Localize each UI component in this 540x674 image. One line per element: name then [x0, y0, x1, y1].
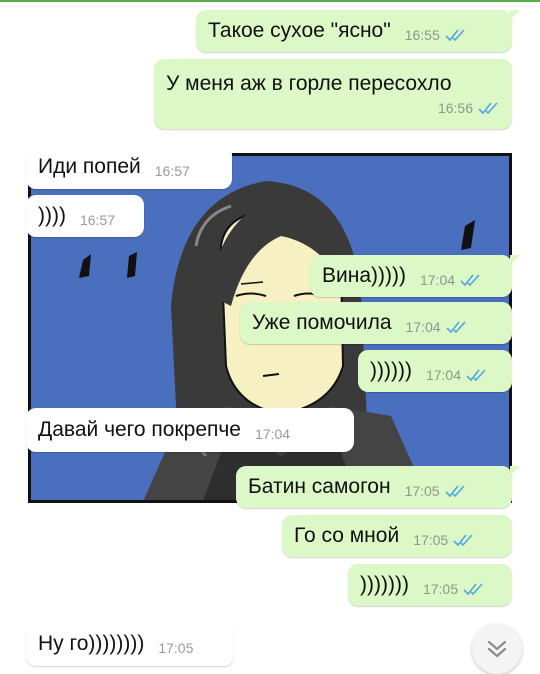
message-outgoing[interactable]: У меня аж в горле пересохло 16:56: [154, 59, 512, 129]
message-meta: 16:56: [438, 100, 500, 116]
message-meta: 17:04: [406, 319, 468, 335]
message-meta: 17:05: [405, 483, 467, 499]
message-meta: 17:05: [413, 532, 475, 548]
message-text: У меня аж в горле пересохло: [166, 72, 452, 95]
double-check-icon: [463, 583, 483, 596]
message-text: )))))): [370, 359, 412, 382]
message-time: 16:57: [79, 212, 116, 228]
message-incoming[interactable]: Иди попей 16:57: [18, 145, 232, 189]
double-check-icon: [445, 321, 466, 334]
message-outgoing[interactable]: )))))) 17:04: [358, 350, 512, 392]
message-meta: 16:55: [405, 27, 467, 43]
message-meta: 17:05: [423, 581, 485, 597]
bubble-tail: [18, 622, 28, 632]
message-time: 17:04: [425, 367, 462, 383]
message-time: 17:05: [422, 581, 458, 597]
message-text: Батин самогон: [248, 475, 391, 498]
message-outgoing[interactable]: Вина))))) 17:04: [310, 255, 520, 297]
scroll-to-bottom-button[interactable]: [472, 624, 522, 674]
message-outgoing[interactable]: Батин самогон 17:05: [236, 466, 520, 508]
message-meta: 17:04: [255, 426, 290, 442]
message-text: Давай чего покрепче: [38, 418, 241, 441]
double-check-icon: [466, 369, 486, 382]
message-incoming[interactable]: Ну го)))))))) 17:05: [18, 622, 234, 666]
bubble-tail: [18, 145, 28, 155]
message-incoming[interactable]: Давай чего покрепче 17:04: [18, 408, 354, 452]
double-check-icon: [453, 534, 473, 547]
double-check-icon: [478, 102, 498, 115]
message-text: Ну го)))))))): [38, 632, 145, 655]
bubble-tail: [510, 10, 520, 20]
message-outgoing[interactable]: ))))))) 17:05: [348, 564, 512, 606]
message-meta: 16:57: [155, 163, 190, 179]
bubble-tail: [510, 466, 520, 476]
message-text: )))): [38, 204, 66, 227]
message-meta: 17:04: [426, 367, 488, 383]
message-incoming[interactable]: )))) 16:57: [26, 195, 144, 237]
double-check-icon: [445, 485, 465, 498]
message-time: 17:05: [158, 640, 194, 656]
message-meta: 16:57: [80, 212, 115, 228]
message-time: 17:04: [419, 272, 456, 288]
double-check-icon: [460, 274, 480, 287]
message-text: Иди попей: [38, 155, 141, 178]
bubble-tail: [18, 408, 28, 418]
message-time: 17:04: [255, 426, 291, 442]
message-time: 16:57: [154, 163, 190, 179]
message-text: Такое сухое "ясно": [208, 19, 391, 42]
message-meta: 17:04: [420, 272, 482, 288]
message-text: Го со мной: [294, 524, 400, 547]
message-time: 17:05: [404, 483, 440, 499]
double-chevron-down-icon: [487, 640, 507, 658]
message-meta: 17:05: [158, 640, 193, 656]
message-outgoing[interactable]: Го со мной 17:05: [282, 515, 512, 557]
message-text: Вина))))): [322, 264, 406, 287]
message-time: 17:04: [405, 319, 441, 335]
message-text: ))))))): [360, 573, 409, 596]
message-outgoing[interactable]: Такое сухое "ясно" 16:55: [196, 10, 520, 52]
message-time: 17:05: [413, 532, 449, 548]
double-check-icon: [445, 29, 465, 42]
message-time: 16:56: [437, 100, 473, 116]
message-text: Уже помочила: [252, 311, 392, 334]
bubble-tail: [510, 255, 520, 265]
message-time: 16:55: [404, 27, 440, 43]
message-outgoing[interactable]: Уже помочила 17:04: [240, 302, 512, 344]
top-accent-line: [0, 0, 540, 2]
